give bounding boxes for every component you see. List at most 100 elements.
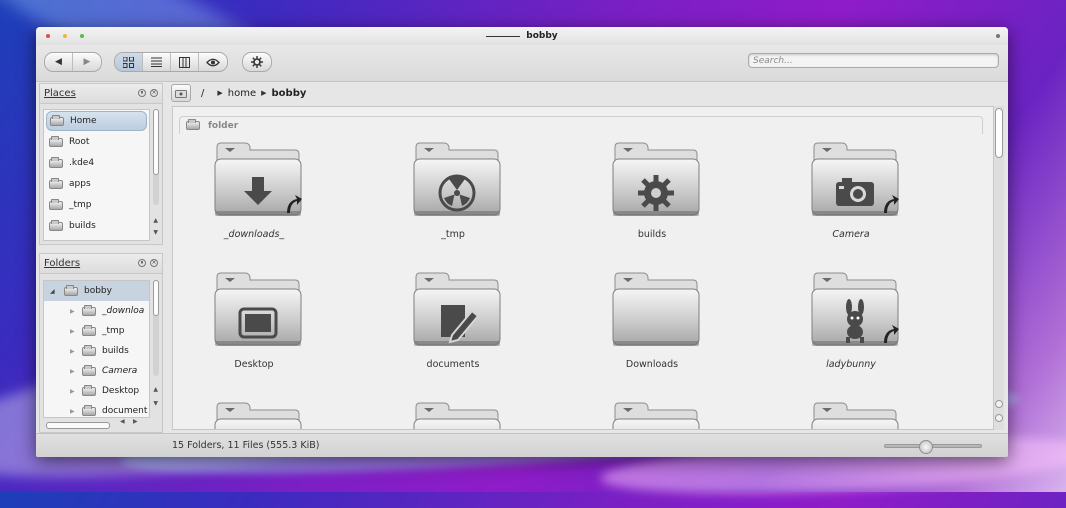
places-close-button[interactable]: × xyxy=(150,89,158,97)
back-button[interactable]: ◀ xyxy=(45,53,73,71)
close-window-button[interactable] xyxy=(46,34,50,38)
tree-item-label: bobby xyxy=(84,286,112,296)
folder-item-label: Desktop xyxy=(234,359,274,370)
zoom-slider-handle[interactable] xyxy=(918,440,933,454)
folder-item-partial[interactable] xyxy=(378,397,528,429)
folder-icon xyxy=(49,198,63,210)
folders-scrollbar[interactable] xyxy=(153,280,159,376)
preview-eye-icon xyxy=(206,58,220,66)
screen-folder-icon xyxy=(214,272,302,346)
folder-item-tmp[interactable]: _tmp xyxy=(378,137,528,257)
tree-item-label: Camera xyxy=(102,366,138,376)
places-scrollbar-thumb[interactable] xyxy=(153,109,159,175)
places-scrollbar[interactable] xyxy=(153,109,159,205)
folder-item-icon xyxy=(611,137,701,217)
maximize-window-button[interactable] xyxy=(80,34,84,38)
columns-view-icon xyxy=(179,56,190,68)
window-menu-button[interactable] xyxy=(996,34,1000,38)
tree-item-bobby[interactable]: ◢ bobby xyxy=(44,281,149,301)
gear-folder-icon xyxy=(612,142,700,216)
places-item-tmp[interactable]: _tmp xyxy=(46,195,147,215)
places-scroll-down-icon[interactable]: ▼ xyxy=(153,229,158,236)
folder-item-downloads[interactable]: _downloads_ xyxy=(179,137,329,257)
folders-scroll-up-icon[interactable]: ▲ xyxy=(153,386,158,393)
folder-item-documents[interactable]: documents xyxy=(378,267,528,387)
toolbar: ◀ ▶ xyxy=(36,45,1008,82)
breadcrumb-home[interactable]: home xyxy=(228,88,256,99)
preview-button[interactable] xyxy=(199,53,227,71)
folder-icon xyxy=(213,397,303,429)
tree-item-documents[interactable]: ▶ document xyxy=(44,401,149,417)
folders-horizontal-scrollbar[interactable] xyxy=(46,422,110,429)
settings-button[interactable] xyxy=(243,53,271,71)
breadcrumb-bobby[interactable]: bobby xyxy=(272,88,307,99)
folders-close-button[interactable]: × xyxy=(150,259,158,267)
group-header: folder xyxy=(179,116,983,134)
folder-item-ladybunny[interactable]: ladybunny xyxy=(776,267,926,387)
search-input[interactable] xyxy=(748,53,999,68)
scroll-left-icon[interactable]: ◀ xyxy=(120,418,125,425)
minimize-window-button[interactable] xyxy=(63,34,67,38)
places-item-apps[interactable]: apps xyxy=(46,174,147,194)
folders-scrollbar-thumb[interactable] xyxy=(153,280,159,316)
folder-item-partial[interactable] xyxy=(577,397,727,429)
breadcrumb-separator-icon[interactable]: ▶ xyxy=(261,89,266,97)
tree-item-camera[interactable]: ▶ Camera xyxy=(44,361,149,381)
breadcrumb-places-button[interactable] xyxy=(171,84,191,102)
scroll-right-icon[interactable]: ▶ xyxy=(133,418,138,425)
zoom-slider[interactable] xyxy=(884,440,982,454)
details-view-button[interactable] xyxy=(143,53,171,71)
collapsed-triangle-icon[interactable]: ▶ xyxy=(70,348,78,355)
places-panel-header: Places ⏸ × xyxy=(40,84,162,104)
breadcrumb-root[interactable]: / xyxy=(201,88,204,99)
camera-folder-icon xyxy=(82,364,96,376)
radiation-folder-icon xyxy=(413,142,501,216)
folders-scroll-down-icon[interactable]: ▼ xyxy=(153,400,158,407)
places-item-kde4[interactable]: .kde4 xyxy=(46,153,147,173)
places-item-root[interactable]: Root xyxy=(46,132,147,152)
places-scroll-up-icon[interactable]: ▲ xyxy=(153,217,158,224)
title-bar[interactable]: bobby xyxy=(36,27,1008,45)
columns-view-button[interactable] xyxy=(171,53,199,71)
folder-item-downloads[interactable]: Downloads xyxy=(577,267,727,387)
folder-item-label: Camera xyxy=(832,229,870,240)
collapsed-triangle-icon[interactable]: ▶ xyxy=(70,328,78,335)
scroll-up-button[interactable] xyxy=(995,400,1003,408)
home-folder-icon xyxy=(175,89,187,98)
places-item-home[interactable]: Home xyxy=(46,111,147,131)
breadcrumb: / ▶ home ▶ bobby xyxy=(166,82,1004,104)
folder-item-desktop[interactable]: Desktop xyxy=(179,267,329,387)
folder-item-icon xyxy=(213,137,303,217)
places-item-builds[interactable]: builds xyxy=(46,216,147,236)
file-view[interactable]: folder _downloads_ _tmp builds Camera De… xyxy=(172,106,994,430)
group-header-label: folder xyxy=(208,120,239,131)
tree-item-builds[interactable]: ▶ builds xyxy=(44,341,149,361)
status-bar: 15 Folders, 11 Files (555.3 KiB) xyxy=(36,433,1008,457)
collapsed-triangle-icon[interactable]: ▶ xyxy=(70,388,78,395)
tree-item-downloads[interactable]: ▶ _downloa xyxy=(44,301,149,321)
collapsed-triangle-icon[interactable]: ▶ xyxy=(70,368,78,375)
file-view-scrollbar[interactable] xyxy=(994,106,1004,430)
collapsed-triangle-icon[interactable]: ▶ xyxy=(70,408,78,415)
folder-item-icon xyxy=(412,137,502,217)
file-manager-window: bobby ◀ ▶ Search... Places ⏸ × Home Root… xyxy=(36,27,1008,457)
camera-folder-icon xyxy=(811,142,899,216)
folder-item-camera[interactable]: Camera xyxy=(776,137,926,257)
folder-item-builds[interactable]: builds xyxy=(577,137,727,257)
folder-item-label: builds xyxy=(637,229,667,240)
places-item-label: Home xyxy=(70,116,97,126)
expanded-triangle-icon[interactable]: ◢ xyxy=(50,288,58,295)
collapsed-triangle-icon[interactable]: ▶ xyxy=(70,308,78,315)
tree-item-desktop[interactable]: ▶ Desktop xyxy=(44,381,149,401)
file-view-scrollbar-thumb[interactable] xyxy=(995,108,1003,158)
places-item-label: .kde4 xyxy=(69,158,95,168)
scroll-down-button[interactable] xyxy=(995,414,1003,422)
breadcrumb-separator-icon[interactable]: ▶ xyxy=(217,89,222,97)
icons-view-button[interactable] xyxy=(115,53,143,71)
tree-item-tmp[interactable]: ▶ _tmp xyxy=(44,321,149,341)
folders-float-button[interactable]: ⏸ xyxy=(138,259,146,267)
places-float-button[interactable]: ⏸ xyxy=(138,89,146,97)
folder-item-partial[interactable] xyxy=(776,397,926,429)
folder-item-partial[interactable] xyxy=(179,397,329,429)
forward-button[interactable]: ▶ xyxy=(73,53,101,71)
